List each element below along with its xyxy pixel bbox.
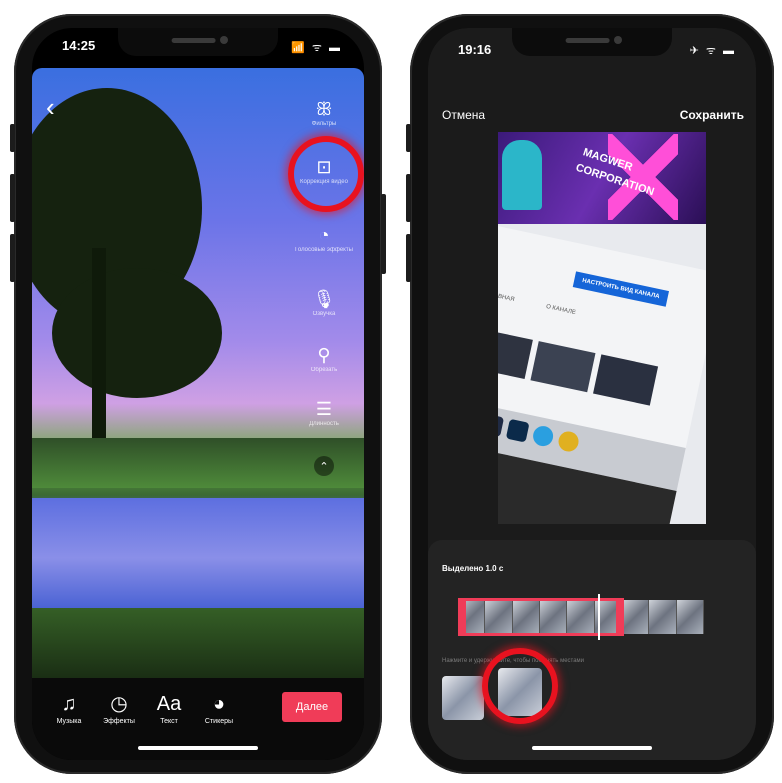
back-button[interactable]: ‹ bbox=[46, 94, 55, 120]
playhead[interactable] bbox=[598, 594, 600, 640]
foreground-grass bbox=[32, 608, 364, 678]
selected-duration-label: Выделено 1.0 с bbox=[442, 564, 504, 573]
clip-thumbnail[interactable] bbox=[442, 676, 484, 720]
status-icons: 📶 ᯤ ▬ bbox=[291, 42, 342, 54]
tool-trim[interactable]: ⚲ Обрезать bbox=[294, 344, 354, 374]
video-preview[interactable]: MAGWER CORPORATION НАСТРОИТЬ ВИД КАНАЛА … bbox=[498, 132, 706, 524]
front-camera bbox=[220, 36, 228, 44]
mute-switch bbox=[10, 124, 15, 152]
tab-about: О КАНАЛЕ bbox=[545, 303, 577, 317]
expand-tools-button[interactable]: ⌃ bbox=[314, 456, 334, 476]
highlight-ring-video-correction bbox=[288, 136, 364, 212]
tree-foliage-lower bbox=[52, 268, 222, 398]
speaker-grille bbox=[565, 38, 610, 43]
microphone-icon: 🎙 bbox=[312, 289, 336, 309]
left-screen: 14:25 📶 ᯤ ▬ ‹ ꕥ Фильтры ⊡ Коррекция виде… bbox=[32, 28, 364, 760]
mute-switch bbox=[406, 124, 411, 152]
reorder-hint: Нажмите и удерживайте, чтобы поменять ме… bbox=[442, 658, 585, 664]
tool-label: Длинность bbox=[309, 421, 339, 427]
timeline-frame bbox=[676, 600, 704, 634]
video-preview[interactable]: ‹ ꕥ Фильтры ⊡ Коррекция видео ◔ Голосовы… bbox=[32, 68, 364, 678]
adjust-icon: ☰ bbox=[315, 399, 333, 419]
tool-stickers[interactable]: ◕ Стикеры bbox=[194, 692, 244, 725]
tool-effects[interactable]: ◷ Эффекты bbox=[94, 692, 144, 725]
save-button[interactable]: Сохранить bbox=[680, 108, 744, 122]
tool-voiceover[interactable]: 🎙 Озвучка bbox=[294, 288, 354, 318]
customize-channel-button: НАСТРОИТЬ ВИД КАНАЛА bbox=[572, 271, 669, 307]
volume-up-button bbox=[406, 174, 411, 222]
front-camera bbox=[614, 36, 622, 44]
filters-icon: ꕥ bbox=[315, 99, 333, 119]
status-icons: ✈ ᯤ ▬ bbox=[689, 45, 736, 57]
notch bbox=[118, 28, 278, 56]
cancel-button[interactable]: Отмена bbox=[442, 108, 485, 122]
volume-up-button bbox=[10, 174, 15, 222]
tool-label: Музыка bbox=[56, 718, 82, 725]
timeline-frame bbox=[649, 600, 677, 634]
volume-down-button bbox=[10, 234, 15, 282]
voice-effects-icon: ◔ bbox=[318, 225, 330, 245]
chevron-up-icon: ⌃ bbox=[319, 461, 329, 473]
status-time: 14:25 bbox=[62, 38, 96, 53]
tool-label: Голосовые эффекты bbox=[295, 247, 353, 253]
tool-voice-effects[interactable]: ◔ Голосовые эффекты bbox=[294, 224, 354, 254]
right-screen: 19:16 ✈ ᯤ ▬ Отмена Сохранить MAGWER CORP… bbox=[428, 28, 756, 760]
tool-label: Стикеры bbox=[204, 718, 234, 725]
trim-icon: ⚲ bbox=[317, 345, 331, 365]
volume-down-button bbox=[406, 234, 411, 282]
music-icon: ♫ bbox=[61, 693, 77, 715]
next-button[interactable]: Далее bbox=[282, 692, 342, 722]
timeline-frame bbox=[621, 600, 650, 634]
video-thumbnail bbox=[498, 327, 533, 379]
person-figure bbox=[502, 140, 542, 210]
tool-filters[interactable]: ꕥ Фильтры bbox=[294, 98, 354, 128]
text-icon: Aa bbox=[156, 693, 182, 715]
tab-home: ГЛАВНАЯ bbox=[498, 291, 515, 304]
lake bbox=[32, 498, 364, 618]
tool-label: Эффекты bbox=[103, 718, 135, 725]
home-indicator bbox=[138, 746, 258, 750]
notch bbox=[512, 28, 672, 56]
tool-label: Озвучка bbox=[312, 311, 336, 317]
stickers-icon: ◕ bbox=[212, 693, 226, 715]
tool-text[interactable]: Aa Текст bbox=[144, 692, 194, 725]
status-time: 19:16 bbox=[458, 42, 492, 57]
power-button bbox=[381, 194, 386, 274]
speaker-grille bbox=[171, 38, 216, 43]
trim-panel bbox=[428, 540, 756, 760]
video-thumbnail bbox=[593, 354, 659, 406]
effects-icon: ◷ bbox=[110, 693, 128, 715]
home-indicator bbox=[532, 746, 652, 750]
tool-label: Текст bbox=[160, 718, 178, 725]
right-phone: 19:16 ✈ ᯤ ▬ Отмена Сохранить MAGWER CORP… bbox=[406, 14, 774, 774]
video-thumbnail bbox=[530, 341, 596, 393]
tool-label: Фильтры bbox=[311, 121, 337, 127]
tool-music[interactable]: ♫ Музыка bbox=[44, 692, 94, 725]
tool-duration[interactable]: ☰ Длинность bbox=[294, 398, 354, 428]
app-icon bbox=[505, 418, 530, 443]
tool-label: Обрезать bbox=[310, 367, 338, 373]
left-phone: 14:25 📶 ᯤ ▬ ‹ ꕥ Фильтры ⊡ Коррекция виде… bbox=[10, 14, 386, 774]
highlight-ring-clip-thumbnail bbox=[482, 648, 558, 724]
channel-page: НАСТРОИТЬ ВИД КАНАЛА ГЛАВНАЯ О КАНАЛЕ bbox=[498, 224, 706, 524]
